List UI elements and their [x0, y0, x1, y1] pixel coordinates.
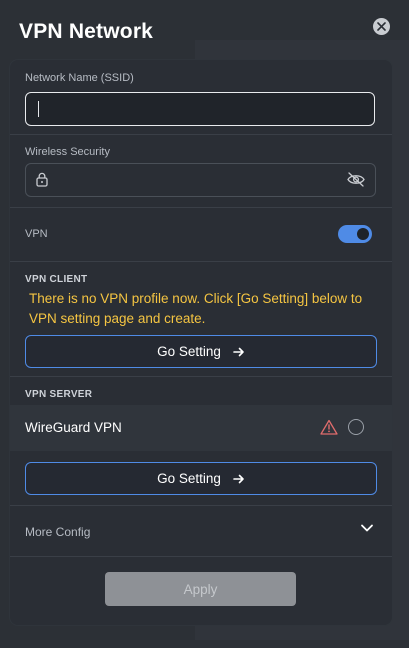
wireless-security-input[interactable]	[25, 163, 376, 197]
close-button[interactable]	[373, 18, 390, 35]
wireguard-vpn-label: WireGuard VPN	[25, 420, 122, 435]
divider	[10, 376, 392, 377]
vpn-network-dialog: Network Name (SSID) Wireless Security VP…	[10, 60, 392, 625]
arrow-right-icon	[233, 474, 244, 483]
toggle-knob	[357, 228, 369, 240]
go-setting-label: Go Setting	[157, 344, 221, 359]
no-vpn-profile-message: There is no VPN profile now. Click [Go S…	[29, 291, 363, 326]
ssid-row: Network Name (SSID)	[10, 60, 392, 135]
vpn-client-go-setting-button[interactable]: Go Setting	[25, 335, 377, 368]
security-row: Wireless Security	[10, 134, 392, 208]
arrow-right-icon	[233, 347, 244, 356]
go-setting-label: Go Setting	[157, 471, 221, 486]
ssid-input[interactable]	[25, 92, 375, 126]
dialog-title: VPN Network	[19, 20, 154, 43]
more-config-label: More Config	[25, 525, 91, 539]
vpn-label: VPN	[25, 228, 48, 240]
chevron-down-icon	[361, 524, 373, 532]
more-config-row[interactable]: More Config	[10, 505, 392, 557]
vpn-server-go-setting-button[interactable]: Go Setting	[25, 462, 377, 495]
vpn-row: VPN	[10, 207, 392, 262]
wireguard-radio[interactable]	[348, 419, 364, 435]
vpn-client-heading: VPN CLIENT	[25, 274, 88, 285]
vpn-toggle[interactable]	[338, 225, 372, 243]
security-label: Wireless Security	[25, 146, 110, 158]
apply-button[interactable]: Apply	[105, 572, 296, 606]
close-icon	[377, 22, 386, 31]
hide-password-icon[interactable]	[346, 172, 366, 187]
lock-icon	[36, 172, 48, 187]
ssid-label: Network Name (SSID)	[25, 72, 134, 84]
warning-icon	[320, 419, 338, 435]
text-caret	[38, 101, 39, 117]
wireguard-vpn-item[interactable]: WireGuard VPN	[10, 405, 392, 451]
vpn-server-heading: VPN SERVER	[25, 389, 93, 400]
